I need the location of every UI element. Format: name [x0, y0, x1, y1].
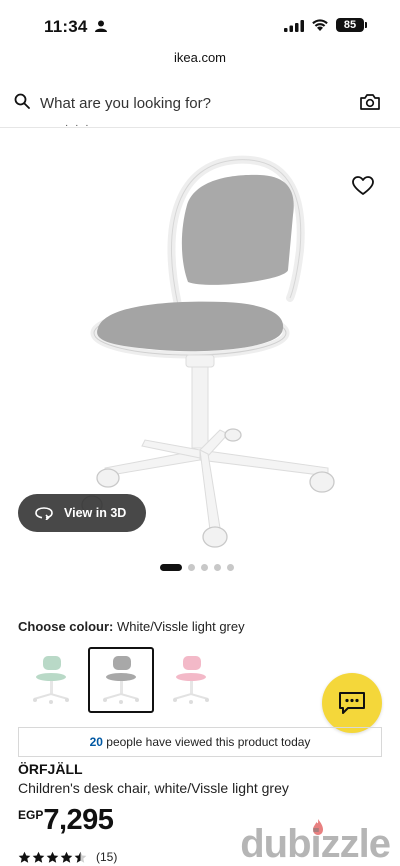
person-icon: [95, 20, 107, 32]
star-full-icon: [32, 851, 45, 863]
rotate-3d-icon: [35, 507, 53, 520]
clock: 11:34: [44, 17, 88, 36]
chair-thumbnail-pink: [173, 656, 209, 704]
battery-indicator: 85: [336, 18, 367, 32]
viewed-banner: 20 people have viewed this product today: [18, 727, 382, 757]
view-in-3d-button[interactable]: View in 3D: [18, 494, 146, 532]
pager-dot[interactable]: [227, 564, 234, 571]
viewed-count: 20: [89, 735, 103, 749]
star-full-icon: [18, 851, 31, 863]
chat-button[interactable]: [322, 673, 382, 733]
camera-search-icon[interactable]: [360, 93, 380, 111]
pager-dot-active[interactable]: [160, 564, 182, 571]
colour-selected-value: White/Vissle light grey: [116, 619, 245, 634]
search-bar: [0, 76, 400, 128]
view-in-3d-label: View in 3D: [64, 506, 127, 520]
search-input[interactable]: [40, 92, 340, 114]
search-icon[interactable]: [14, 93, 30, 109]
pager-dot[interactable]: [201, 564, 208, 571]
price-amount: 7,295: [43, 804, 114, 836]
chair-thumbnail-green: [33, 656, 69, 704]
star-full-icon: [46, 851, 59, 863]
product-price: EGP7,295: [18, 804, 114, 837]
chair-image: [81, 155, 335, 548]
swatch-pink[interactable]: [158, 647, 224, 713]
status-bar: 11:34 85: [0, 0, 400, 50]
product-description: Children's desk chair, white/Vissle ligh…: [18, 780, 289, 796]
chair-thumbnail-grey: [103, 656, 139, 704]
rating[interactable]: (15): [18, 850, 117, 864]
wifi-icon: [312, 19, 328, 31]
swatch-white-grey[interactable]: [88, 647, 154, 713]
star-full-icon: [60, 851, 73, 863]
swatch-green[interactable]: [18, 647, 84, 713]
colour-label: Choose colour: White/Vissle light grey: [18, 619, 245, 634]
product-name: ÖRFJÄLL: [18, 761, 83, 777]
colour-label-title: Choose colour:: [18, 619, 114, 634]
cellular-signal-icon: [284, 20, 304, 32]
pager-dot[interactable]: [188, 564, 195, 571]
image-pager[interactable]: [160, 564, 234, 571]
dubizzle-watermark: dubizzle: [240, 822, 391, 866]
pager-dot[interactable]: [214, 564, 221, 571]
price-currency: EGP: [18, 808, 44, 822]
viewed-text: people have viewed this product today: [106, 735, 311, 749]
star-half-icon: [74, 851, 87, 863]
chat-icon: [339, 692, 365, 714]
rating-count: (15): [96, 850, 118, 864]
url-bar[interactable]: ikea.com: [0, 50, 400, 65]
heart-icon[interactable]: [352, 176, 374, 196]
